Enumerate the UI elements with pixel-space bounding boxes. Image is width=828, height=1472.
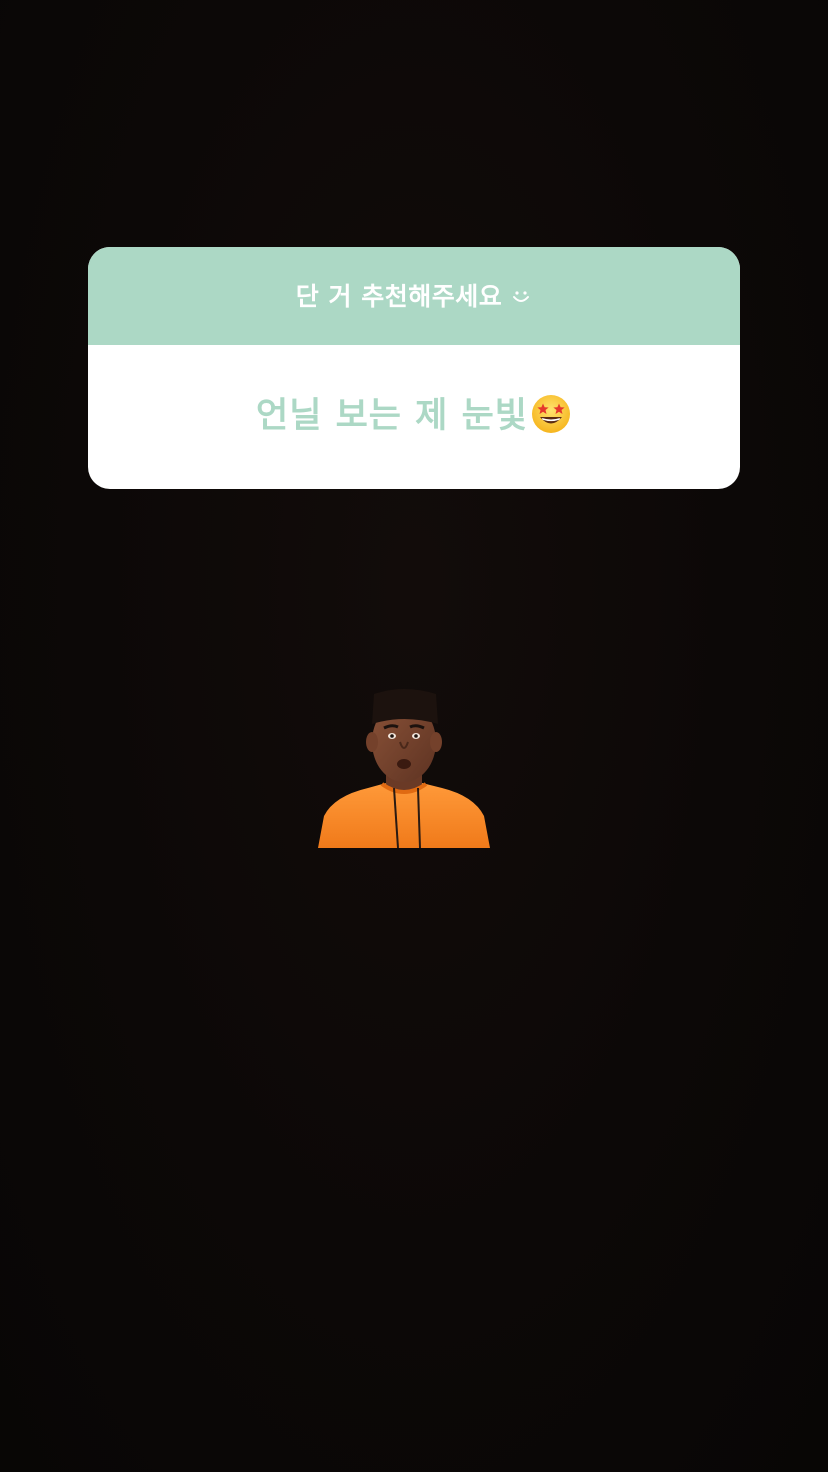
question-title: 단 거 추천해주세요 xyxy=(296,284,532,309)
answer-line: 언닐 보는 제 눈빛 xyxy=(256,393,572,438)
smile-icon xyxy=(510,285,532,307)
answer-text: 언닐 보는 제 눈빛 xyxy=(256,396,528,436)
star-struck-emoji-icon xyxy=(530,393,572,435)
question-text: 단 거 추천해주세요 xyxy=(295,281,503,311)
question-header: 단 거 추천해주세요 xyxy=(88,247,740,345)
question-sticker[interactable]: 단 거 추천해주세요 언닐 보는 제 눈빛 xyxy=(88,247,740,489)
surprised-man-gif-sticker[interactable] xyxy=(318,684,490,849)
story-screen: 단 거 추천해주세요 언닐 보는 제 눈빛 xyxy=(0,0,828,1472)
answer-area: 언닐 보는 제 눈빛 xyxy=(88,345,740,489)
